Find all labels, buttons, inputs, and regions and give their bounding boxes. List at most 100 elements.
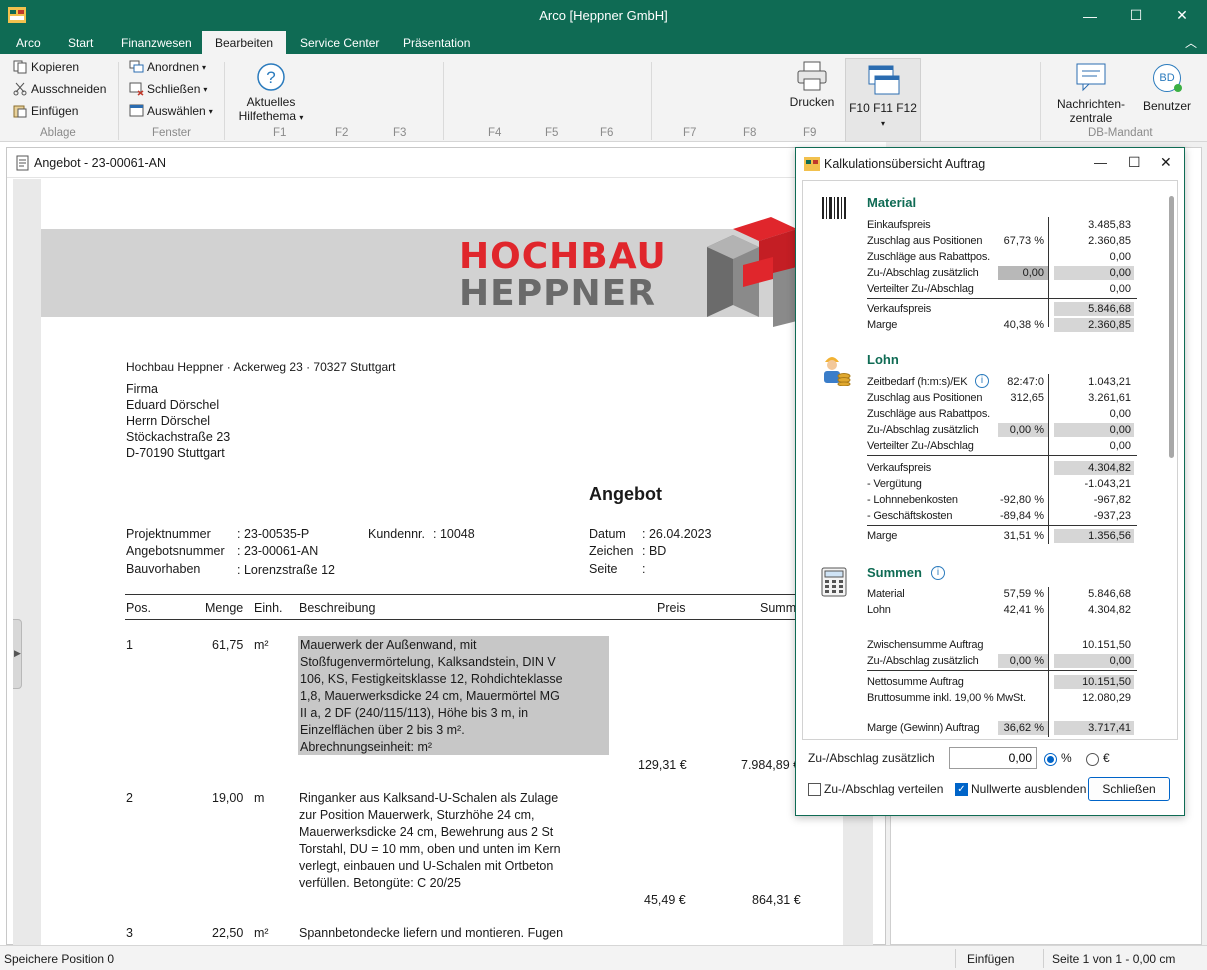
material-row-value: 0,00	[1109, 251, 1131, 263]
position-description-line: Spannbetondecke liefern und montieren. F…	[299, 926, 564, 940]
lohn-row-label: Verkaufspreis	[867, 462, 932, 474]
distribute-surcharge-checkbox[interactable]	[808, 783, 821, 796]
close-window-button[interactable]: Schließen ▾	[129, 82, 207, 96]
position-description-line: Abrechnungseinheit: m²	[300, 740, 433, 754]
info-icon[interactable]: i	[975, 374, 989, 388]
position-description-line: Stoßfugenvermörtelung, Kalksandstein, DI…	[300, 655, 556, 669]
summen-row-label: Zwischensumme Auftrag	[867, 639, 984, 651]
online-status-icon	[1174, 84, 1182, 92]
close-dialog-button[interactable]: Schließen	[1088, 777, 1170, 801]
lohn-row: - Vergütung -1.043,21	[867, 477, 1137, 492]
select-window-button[interactable]: Auswählen ▾	[129, 104, 213, 118]
meta-label-zeichen: Zeichen	[589, 544, 634, 558]
summen-row: Material 57,59 % 5.846,68	[867, 587, 1137, 602]
material-row-label: Verkaufspreis	[867, 303, 932, 315]
tab-service-center[interactable]: Service Center	[287, 31, 392, 54]
ribbon-separator	[118, 62, 119, 140]
print-label: Drucken	[789, 95, 835, 109]
distribute-surcharge-label: Zu-/Abschlag verteilen	[824, 782, 944, 796]
position-description-line: 1,8, Mauerwerksdicke 24 cm, Mauermörtel …	[300, 689, 560, 703]
lohn-surcharge-percent-field[interactable]: 0,00 %	[998, 423, 1048, 437]
tab-bearbeiten[interactable]: Bearbeiten	[202, 31, 286, 54]
section-title-lohn: Lohn	[867, 352, 899, 367]
print-button[interactable]: Drucken	[786, 60, 838, 109]
dialog-maximize-button[interactable]: ☐	[1128, 154, 1141, 171]
fkey-f6: F6	[600, 127, 614, 139]
row-divider	[867, 525, 1137, 526]
tab-start[interactable]: Start	[55, 31, 106, 54]
close-window-icon	[129, 82, 144, 96]
copy-button[interactable]: Kopieren	[13, 60, 79, 74]
lohn-row-percent: 312,65	[1010, 392, 1044, 404]
close-button[interactable]: ✕	[1159, 0, 1205, 31]
material-row: Marge 40,38 % 2.360,85	[867, 318, 1137, 333]
info-icon[interactable]: i	[931, 566, 945, 580]
side-panel-handle[interactable]: ▶	[13, 619, 22, 689]
tab-arco[interactable]: Arco	[3, 31, 54, 54]
help-topic-button[interactable]: ? Aktuelles Hilfethema ▾	[234, 62, 308, 125]
kalkulation-body[interactable]: Material Einkaufspreis 3.485,83 Zuschlag …	[802, 180, 1178, 740]
lohn-row: Zu-/Abschlag zusätzlich 0,00 % 0,00	[867, 423, 1137, 438]
material-row-value: 0,00	[1109, 283, 1131, 295]
expand-right-icon: ▶	[14, 648, 21, 658]
barcode-icon	[822, 197, 846, 219]
material-row-label: Einkaufspreis	[867, 219, 931, 231]
surcharge-input[interactable]	[949, 747, 1037, 769]
f10-f11-f12-button[interactable]: F10 F11 F12 ▾	[845, 58, 921, 142]
summen-row-value: 4.304,82	[1088, 604, 1131, 616]
material-row: Einkaufspreis 3.485,83	[867, 218, 1137, 233]
chevron-down-icon: ▾	[202, 62, 207, 72]
arrange-windows-icon	[129, 60, 144, 73]
dialog-minimize-button[interactable]: —	[1094, 155, 1107, 170]
position-description-line: II a, 2 DF (240/115/113), Höhe bis 3 m, …	[300, 706, 529, 720]
maximize-button[interactable]: ☐	[1113, 0, 1159, 31]
chevron-down-icon: ▾	[299, 113, 304, 122]
cut-button[interactable]: Ausschneiden	[13, 82, 106, 96]
document-area[interactable]: HOCHBAU HEPPNER Hochbau Heppner · Ackerw…	[13, 179, 873, 945]
material-surcharge-percent-field[interactable]: 0,00	[998, 266, 1048, 280]
position-unit: m²	[254, 638, 269, 652]
summen-row-value: 10.151,50	[1054, 675, 1134, 689]
user-button[interactable]: BD Benutzer	[1139, 64, 1195, 113]
tab-praesentation[interactable]: Präsentation	[390, 31, 483, 54]
fkey-f2: F2	[335, 127, 349, 139]
message-center-line2: zentrale	[1069, 111, 1113, 125]
hide-null-values-checkbox[interactable]: ✓	[955, 783, 968, 796]
lohn-row-percent: -92,80 %	[999, 494, 1044, 506]
summen-row: Nettosumme Auftrag 10.151,50	[867, 675, 1137, 690]
material-row-label: Marge	[867, 319, 898, 331]
collapse-ribbon-icon[interactable]: ︿	[1185, 34, 1197, 51]
tab-finanzwesen[interactable]: Finanzwesen	[108, 31, 205, 54]
lohn-row-value: -1.043,21	[1084, 478, 1131, 490]
material-row-value: 2.360,85	[1054, 318, 1134, 332]
summen-surcharge-percent-field[interactable]: 0,00 %	[998, 654, 1048, 668]
arrange-button[interactable]: Anordnen ▾	[129, 60, 206, 74]
lohn-row-value: 1.356,56	[1054, 529, 1134, 543]
document-page[interactable]: HOCHBAU HEPPNER Hochbau Heppner · Ackerw…	[41, 179, 843, 945]
percent-radio[interactable]	[1044, 753, 1057, 766]
column-header-preis: Preis	[657, 601, 686, 615]
position-price: 45,49 €	[644, 893, 686, 907]
lohn-row-label: - Vergütung	[867, 478, 922, 490]
euro-radio[interactable]	[1086, 753, 1099, 766]
printer-icon	[797, 61, 827, 91]
material-row: Zuschläge aus Rabattpos. 0,00	[867, 250, 1137, 265]
position-number: 3	[126, 926, 133, 940]
position-quantity: 61,75	[212, 638, 244, 652]
ribbon-tabs: Arco Start Finanzwesen Bearbeiten Servic…	[0, 31, 1207, 54]
group-label-ablage: Ablage	[40, 127, 76, 139]
dialog-scrollbar[interactable]	[1169, 196, 1174, 458]
fkey-f4: F4	[488, 127, 502, 139]
lohn-row-label: Zuschlag aus Positionen	[867, 392, 983, 404]
percent-radio-label: %	[1061, 751, 1072, 765]
logo-text-heppner: HEPPNER	[459, 273, 656, 314]
summen-row-percent: 57,59 %	[1003, 588, 1044, 600]
status-separator	[955, 949, 956, 968]
minimize-button[interactable]: —	[1067, 0, 1113, 31]
dialog-close-button[interactable]: ✕	[1160, 154, 1172, 171]
summen-row-value: 12.080,29	[1082, 692, 1131, 704]
ribbon-separator	[651, 62, 652, 140]
ribbon-separator	[224, 62, 225, 140]
message-center-button[interactable]: Nachrichten- zentrale	[1052, 62, 1130, 125]
paste-button[interactable]: Einfügen	[13, 104, 78, 118]
